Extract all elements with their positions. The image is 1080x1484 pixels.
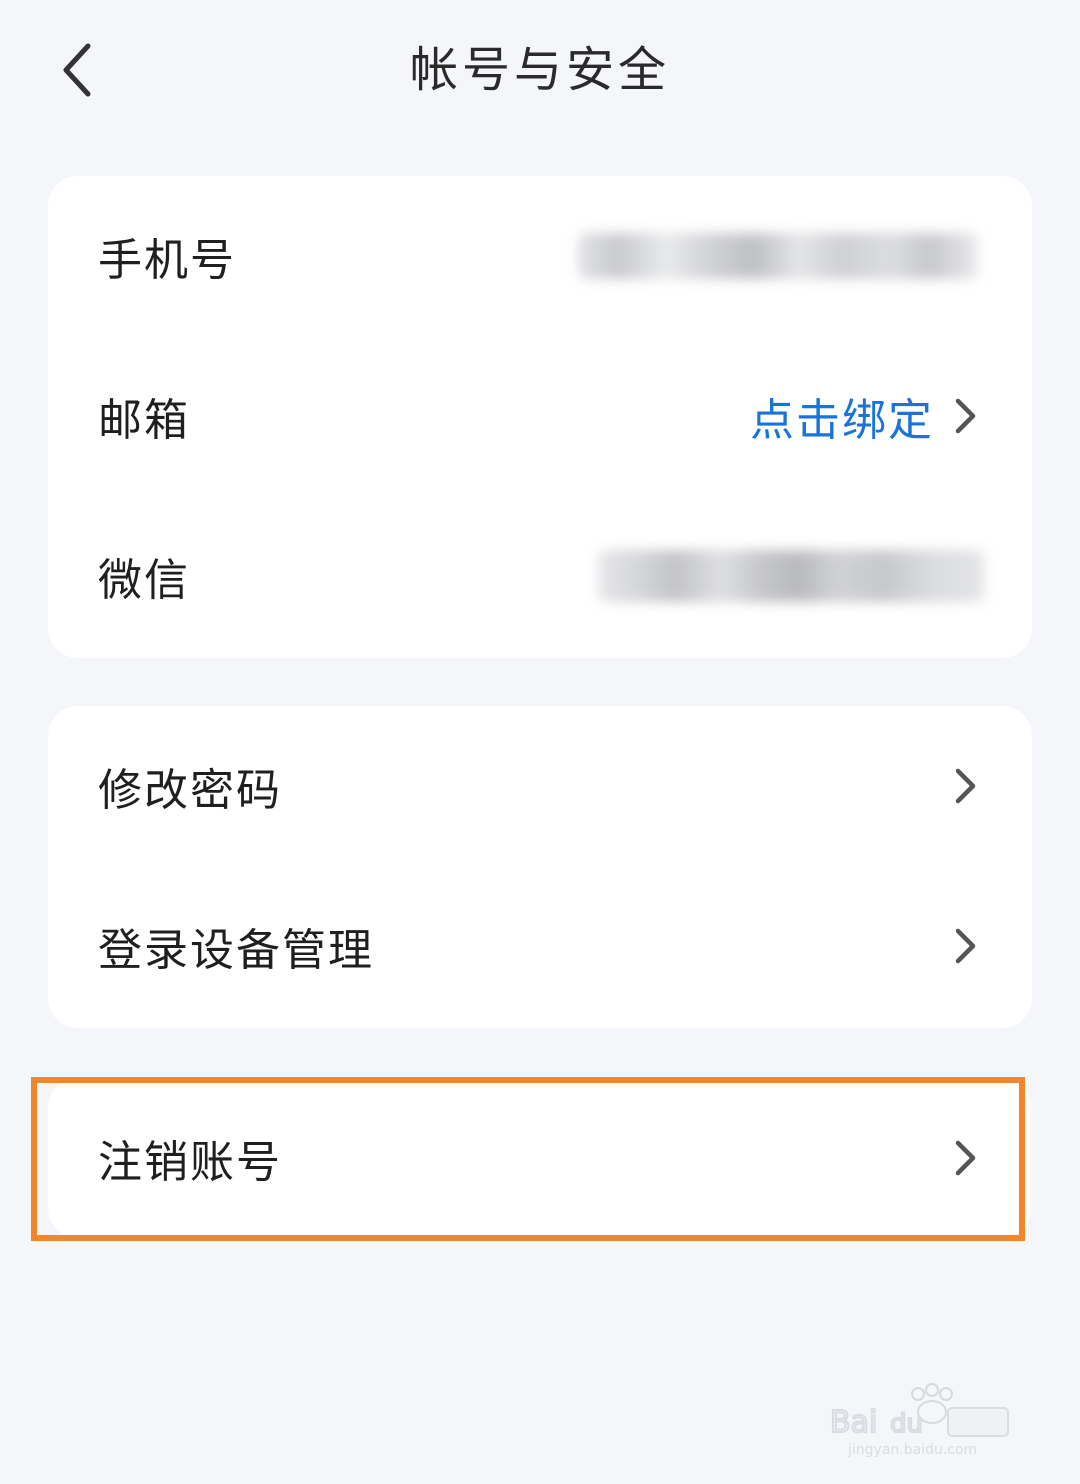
chevron-right-icon <box>955 398 976 434</box>
device-management-label: 登录设备管理 <box>98 925 374 976</box>
svg-text:Bai: Bai <box>830 1405 877 1440</box>
baidu-jingyan-watermark-logo: Bai du jingyan.baidu.com <box>829 1383 1009 1458</box>
bind-email-link[interactable]: 点击绑定 <box>750 384 934 448</box>
page-title: 帐号与安全 <box>409 42 670 98</box>
security-card: 修改密码 登录设备管理 <box>48 706 1032 1028</box>
change-password-label: 修改密码 <box>98 765 282 816</box>
delete-account-row[interactable]: 注销账号 <box>48 1078 1032 1238</box>
account-card: 手机号 邮箱 点击绑定 微信 <box>48 176 1032 658</box>
chevron-right-icon <box>955 928 976 964</box>
wechat-value-redacted <box>598 550 984 602</box>
wechat-label: 微信 <box>98 555 190 606</box>
svg-text:du: du <box>890 1409 923 1439</box>
wechat-row[interactable]: 微信 <box>48 496 1032 656</box>
phone-value-redacted <box>578 233 978 279</box>
change-password-row[interactable]: 修改密码 <box>48 706 1032 866</box>
email-row[interactable]: 邮箱 点击绑定 <box>48 336 1032 496</box>
svg-text:jingyan.baidu.com: jingyan.baidu.com <box>847 1442 977 1458</box>
device-management-row[interactable]: 登录设备管理 <box>48 866 1032 1026</box>
chevron-right-icon <box>955 768 976 804</box>
chevron-right-icon <box>955 1140 976 1176</box>
email-label: 邮箱 <box>98 395 190 446</box>
delete-account-label: 注销账号 <box>98 1137 282 1188</box>
nav-bar: 帐号与安全 <box>0 0 1080 140</box>
phone-row[interactable]: 手机号 <box>48 176 1032 336</box>
phone-label: 手机号 <box>98 235 236 286</box>
delete-account-card: 注销账号 <box>48 1078 1032 1238</box>
